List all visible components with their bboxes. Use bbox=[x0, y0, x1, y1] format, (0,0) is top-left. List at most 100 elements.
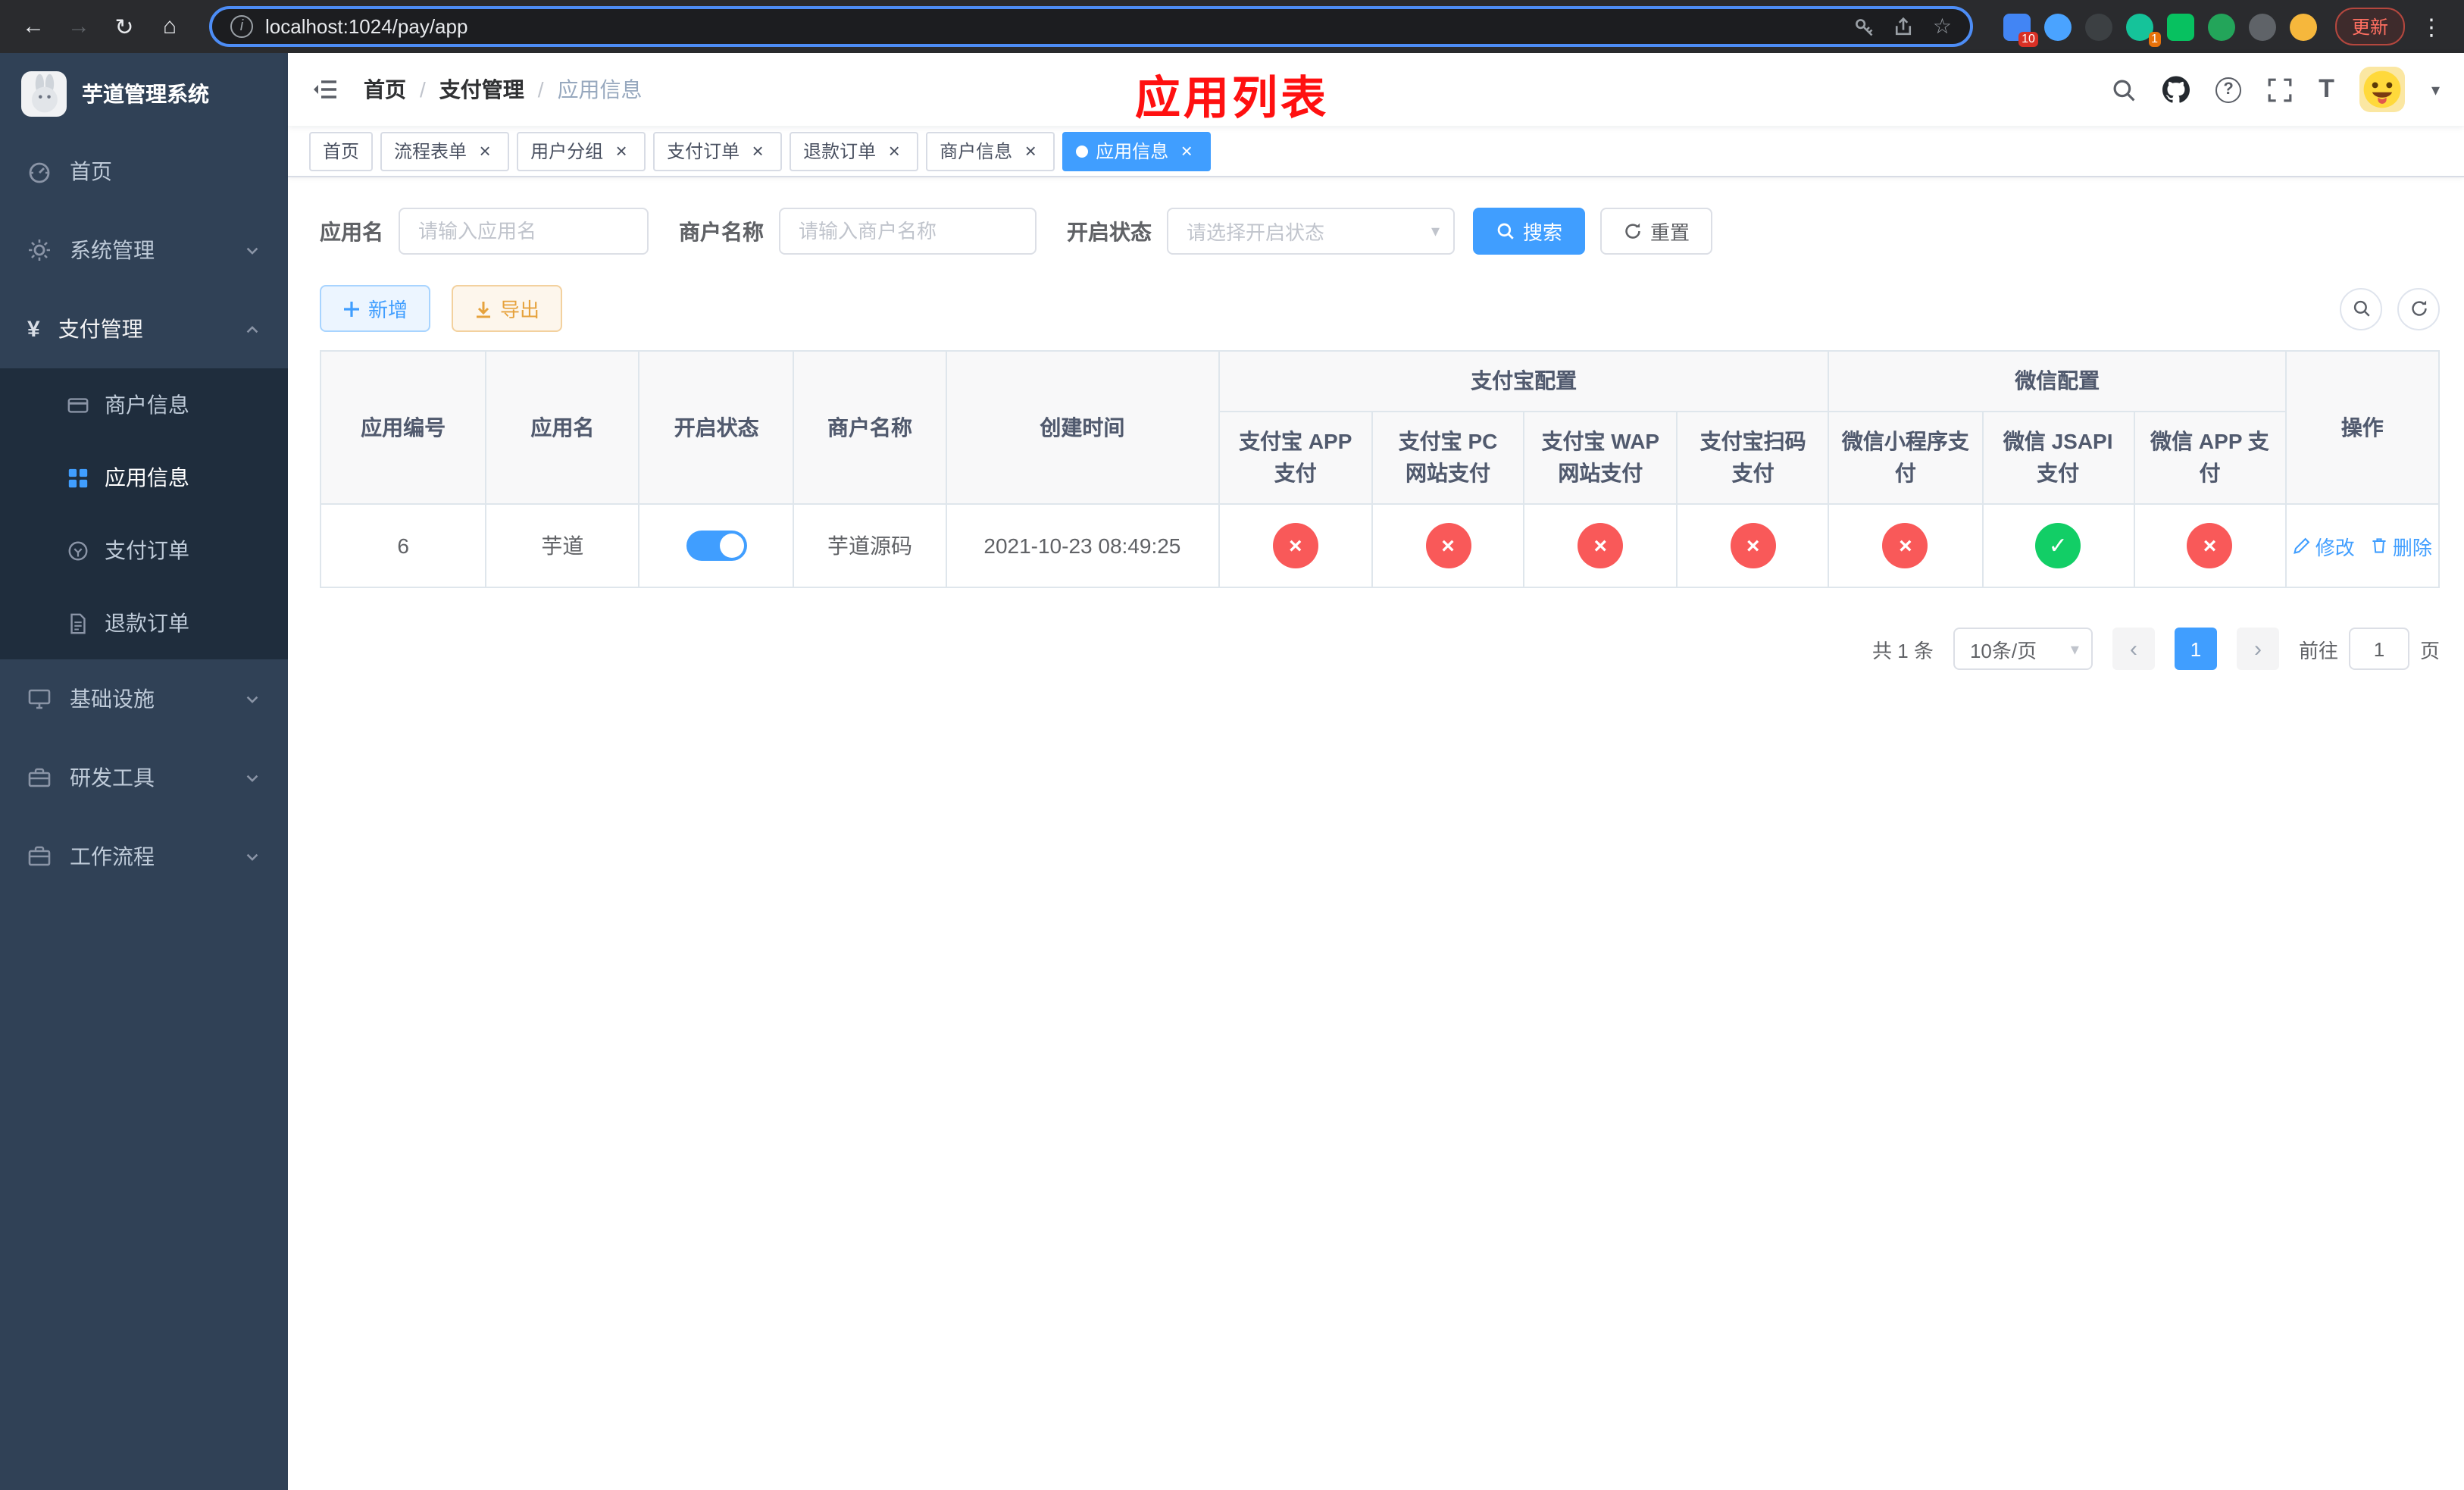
breadcrumb: 首页 / 支付管理 / 应用信息 bbox=[364, 74, 643, 105]
home-button[interactable]: ⌂ bbox=[152, 8, 188, 45]
active-tab-dot bbox=[1076, 145, 1089, 157]
fullscreen-icon[interactable] bbox=[2267, 77, 2293, 102]
extension-icon-3[interactable] bbox=[2084, 13, 2112, 40]
goto-page-input[interactable] bbox=[2348, 628, 2409, 670]
extension-icon-5[interactable] bbox=[2166, 13, 2194, 40]
search-button[interactable]: 搜索 bbox=[1473, 208, 1586, 255]
sidebar-item-payment-orders[interactable]: 支付订单 bbox=[0, 514, 288, 587]
col-merchant: 商户名称 bbox=[793, 350, 947, 505]
add-button[interactable]: 新增 bbox=[320, 285, 431, 332]
close-tab-icon[interactable]: × bbox=[747, 139, 768, 161]
extension-icon-7[interactable] bbox=[2248, 13, 2276, 40]
chevron-down-icon bbox=[244, 848, 261, 865]
breadcrumb-separator: / bbox=[537, 77, 544, 102]
site-info-icon[interactable]: i bbox=[230, 15, 253, 38]
search-icon[interactable] bbox=[2111, 77, 2137, 102]
page-size-select[interactable]: 10条/页 ▾ bbox=[1953, 628, 2093, 670]
back-button[interactable]: ← bbox=[15, 8, 52, 45]
close-tab-icon[interactable]: × bbox=[1020, 139, 1041, 161]
extension-icon-6[interactable] bbox=[2207, 13, 2235, 40]
app-logo[interactable]: 芋道管理系统 bbox=[0, 53, 288, 132]
delete-link[interactable]: 删除 bbox=[2370, 531, 2432, 560]
breadcrumb-home[interactable]: 首页 bbox=[364, 74, 406, 105]
browser-menu-icon[interactable]: ⋮ bbox=[2414, 13, 2449, 40]
bookmark-star-icon[interactable]: ☆ bbox=[1933, 14, 1952, 39]
tab-user-group[interactable]: 用户分组 × bbox=[517, 131, 646, 171]
close-tab-icon[interactable]: × bbox=[883, 139, 905, 161]
reload-button[interactable]: ↻ bbox=[106, 8, 142, 45]
sidebar-item-system[interactable]: 系统管理 bbox=[0, 211, 288, 290]
page-content: 应用名 商户名称 开启状态 请选择开启状态 ▾ 搜索 重置 bbox=[288, 177, 2464, 1490]
pagination-total: 共 1 条 bbox=[1872, 639, 1934, 662]
export-button[interactable]: 导出 bbox=[452, 285, 563, 332]
sidebar-item-app-info[interactable]: 应用信息 bbox=[0, 441, 288, 514]
tab-app-info[interactable]: 应用信息 × bbox=[1062, 131, 1212, 171]
credit-card-icon bbox=[67, 393, 89, 416]
sidebar-item-home[interactable]: 首页 bbox=[0, 132, 288, 211]
forward-button[interactable]: → bbox=[61, 8, 97, 45]
wechat-app-status-icon: × bbox=[2187, 523, 2233, 568]
order-circle-icon bbox=[67, 539, 89, 562]
cell-alipay-app: × bbox=[1218, 503, 1373, 588]
tab-label: 流程表单 bbox=[394, 141, 467, 162]
status-select[interactable]: 请选择开启状态 ▾ bbox=[1167, 208, 1455, 255]
tab-home[interactable]: 首页 bbox=[309, 131, 374, 171]
password-key-icon[interactable] bbox=[1854, 16, 1875, 37]
extension-icon-4[interactable]: 1 bbox=[2125, 13, 2161, 46]
font-size-icon[interactable]: T bbox=[2319, 74, 2334, 105]
app-grid-icon bbox=[67, 466, 89, 489]
close-tab-icon[interactable]: × bbox=[474, 139, 496, 161]
sidebar-item-label: 首页 bbox=[70, 159, 112, 183]
merchant-name-input[interactable] bbox=[779, 208, 1037, 255]
prev-page-button[interactable]: ‹ bbox=[2112, 628, 2155, 670]
tab-bar: 首页 流程表单 × 用户分组 × 支付订单 × 退款订单 × 商户信息 × 应用… bbox=[288, 126, 2464, 177]
avatar[interactable] bbox=[2359, 67, 2406, 112]
sidebar-item-infrastructure[interactable]: 基础设施 bbox=[0, 659, 288, 738]
extension-icon-2[interactable] bbox=[2043, 13, 2072, 40]
page-number-1[interactable]: 1 bbox=[2174, 628, 2217, 670]
chevron-down-icon: ▾ bbox=[1431, 223, 1440, 241]
hamburger-icon[interactable] bbox=[312, 76, 339, 103]
dashboard-icon bbox=[27, 159, 52, 183]
app-name-input[interactable] bbox=[399, 208, 649, 255]
enable-toggle[interactable] bbox=[686, 531, 747, 561]
edit-link[interactable]: 修改 bbox=[2293, 531, 2355, 560]
extension-icon-8[interactable] bbox=[2289, 13, 2317, 40]
close-tab-icon[interactable]: × bbox=[611, 139, 632, 161]
browser-window: ← → ↻ ⌂ i localhost:1024/pay/app ☆ 10 1 … bbox=[0, 0, 2464, 1490]
sidebar: 芋道管理系统 首页 系统管理 ¥ 支付管理 商户信息 应用信息 支付订单 退款订… bbox=[0, 53, 288, 1490]
cell-app-name: 芋道 bbox=[485, 503, 640, 588]
breadcrumb-payment[interactable]: 支付管理 bbox=[439, 74, 524, 105]
pagination: 共 1 条 10条/页 ▾ ‹ 1 › 前往 页 bbox=[320, 628, 2440, 670]
extension-badge: 1 bbox=[2148, 31, 2161, 46]
sidebar-item-dev-tools[interactable]: 研发工具 bbox=[0, 738, 288, 817]
gear-icon bbox=[27, 238, 52, 262]
tab-merchant-info[interactable]: 商户信息 × bbox=[926, 131, 1055, 171]
url-bar[interactable]: i localhost:1024/pay/app ☆ bbox=[209, 6, 1973, 47]
refresh-table-button[interactable] bbox=[2397, 287, 2440, 330]
toggle-search-button[interactable] bbox=[2340, 287, 2382, 330]
cell-wechat-mini: × bbox=[1828, 503, 1984, 588]
col-app-id: 应用编号 bbox=[319, 350, 487, 505]
chevron-down-icon bbox=[244, 242, 261, 258]
next-page-button[interactable]: › bbox=[2236, 628, 2279, 670]
tab-refund-orders[interactable]: 退款订单 × bbox=[790, 131, 919, 171]
tab-payment-orders[interactable]: 支付订单 × bbox=[653, 131, 783, 171]
sidebar-item-payment[interactable]: ¥ 支付管理 bbox=[0, 290, 288, 368]
sidebar-item-refund-orders[interactable]: 退款订单 bbox=[0, 587, 288, 659]
extension-icon-1[interactable]: 10 bbox=[2003, 13, 2038, 46]
user-caret-icon[interactable]: ▾ bbox=[2431, 80, 2440, 99]
add-button-label: 新增 bbox=[368, 299, 408, 321]
close-tab-icon[interactable]: × bbox=[1176, 139, 1197, 161]
tab-process-form[interactable]: 流程表单 × bbox=[380, 131, 510, 171]
github-icon[interactable] bbox=[2162, 76, 2190, 103]
sidebar-item-workflow[interactable]: 工作流程 bbox=[0, 817, 288, 896]
reset-button[interactable]: 重置 bbox=[1600, 208, 1713, 255]
share-icon[interactable] bbox=[1893, 16, 1915, 37]
sidebar-item-label: 基础设施 bbox=[70, 687, 155, 711]
browser-update-button[interactable]: 更新 bbox=[2334, 8, 2405, 45]
breadcrumb-current: 应用信息 bbox=[557, 77, 643, 102]
sidebar-item-merchant-info[interactable]: 商户信息 bbox=[0, 368, 288, 441]
col-status: 开启状态 bbox=[638, 350, 795, 505]
help-icon[interactable]: ? bbox=[2215, 77, 2242, 102]
